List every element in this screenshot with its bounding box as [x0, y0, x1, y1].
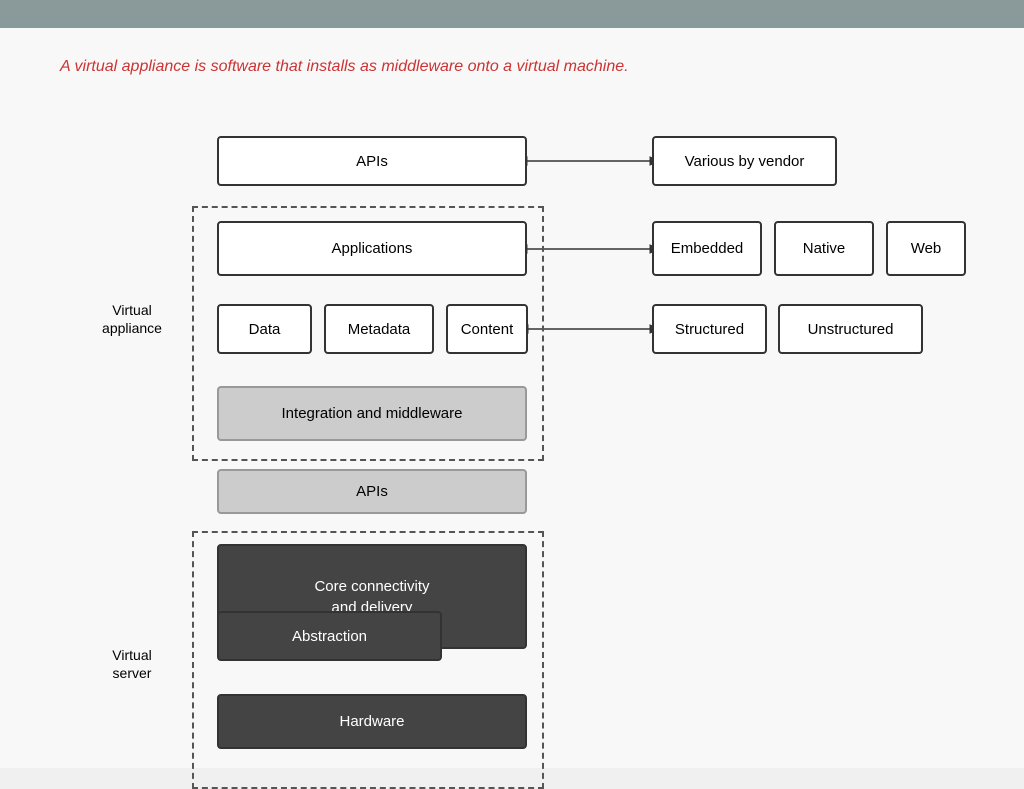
- subtitle-text: A virtual appliance is software that ins…: [60, 58, 964, 76]
- applications-box: Applications: [217, 221, 527, 276]
- content-box: Content: [446, 304, 528, 354]
- top-bar: [0, 0, 1024, 28]
- abstraction-box: Abstraction: [217, 611, 442, 661]
- diagram: APIs Various by vendor Applications Embe…: [62, 106, 962, 756]
- integration-box: Integration and middleware: [217, 386, 527, 441]
- apis-top-box: APIs: [217, 136, 527, 186]
- data-box: Data: [217, 304, 312, 354]
- native-box: Native: [774, 221, 874, 276]
- content-area: A virtual appliance is software that ins…: [0, 28, 1024, 768]
- hardware-box: Hardware: [217, 694, 527, 749]
- metadata-box: Metadata: [324, 304, 434, 354]
- virtual-server-label: Virtual server: [92, 646, 172, 682]
- various-vendor-box: Various by vendor: [652, 136, 837, 186]
- apis-mid-box: APIs: [217, 469, 527, 514]
- embedded-box: Embedded: [652, 221, 762, 276]
- structured-box: Structured: [652, 304, 767, 354]
- unstructured-box: Unstructured: [778, 304, 923, 354]
- web-box: Web: [886, 221, 966, 276]
- virtual-appliance-label: Virtual appliance: [92, 301, 172, 337]
